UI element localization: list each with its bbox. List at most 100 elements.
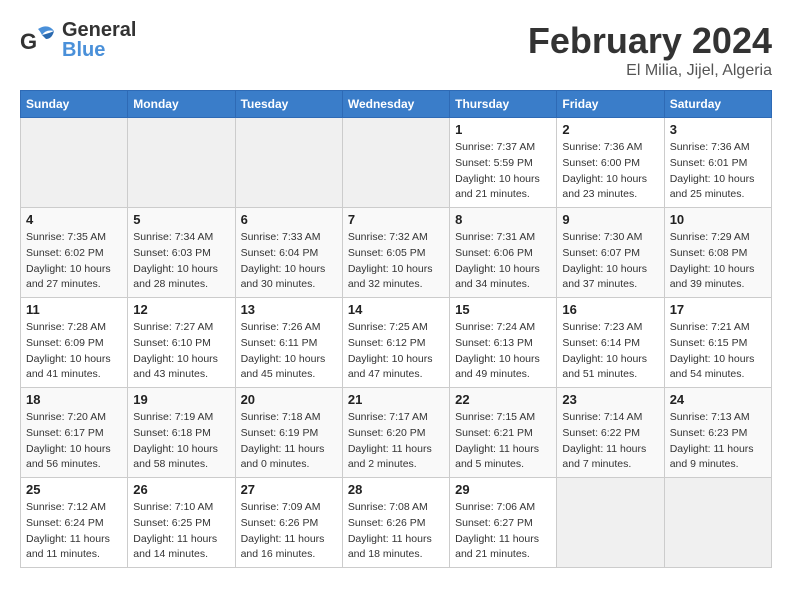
day-info-line: and 27 minutes. bbox=[26, 277, 122, 293]
day-info-line: Daylight: 11 hours bbox=[241, 532, 337, 548]
day-info-line: and 2 minutes. bbox=[348, 457, 444, 473]
day-info-line: Sunrise: 7:20 AM bbox=[26, 410, 122, 426]
day-info-line: and 28 minutes. bbox=[133, 277, 229, 293]
day-info-line: Sunrise: 7:27 AM bbox=[133, 320, 229, 336]
day-info-line: Daylight: 11 hours bbox=[455, 442, 551, 458]
calendar-cell: 13Sunrise: 7:26 AMSunset: 6:11 PMDayligh… bbox=[235, 298, 342, 388]
calendar-cell: 11Sunrise: 7:28 AMSunset: 6:09 PMDayligh… bbox=[21, 298, 128, 388]
day-number: 11 bbox=[26, 302, 122, 317]
day-info-line: Sunrise: 7:13 AM bbox=[670, 410, 766, 426]
day-number: 8 bbox=[455, 212, 551, 227]
calendar-cell: 1Sunrise: 7:37 AMSunset: 5:59 PMDaylight… bbox=[450, 118, 557, 208]
day-info-line: Sunset: 6:04 PM bbox=[241, 246, 337, 262]
calendar-cell: 4Sunrise: 7:35 AMSunset: 6:02 PMDaylight… bbox=[21, 208, 128, 298]
day-info-line: and 41 minutes. bbox=[26, 367, 122, 383]
day-info-line: Sunset: 6:11 PM bbox=[241, 336, 337, 352]
day-number: 25 bbox=[26, 482, 122, 497]
day-info-line: Sunrise: 7:36 AM bbox=[562, 140, 658, 156]
day-info-line: Daylight: 10 hours bbox=[562, 262, 658, 278]
day-info-line: Daylight: 11 hours bbox=[26, 532, 122, 548]
calendar-cell: 5Sunrise: 7:34 AMSunset: 6:03 PMDaylight… bbox=[128, 208, 235, 298]
day-info-line: and 32 minutes. bbox=[348, 277, 444, 293]
logo-icon: G bbox=[20, 21, 58, 59]
day-info-line: Daylight: 11 hours bbox=[348, 532, 444, 548]
day-info-line: Sunrise: 7:25 AM bbox=[348, 320, 444, 336]
day-info-line: Sunset: 6:17 PM bbox=[26, 426, 122, 442]
logo-line2: Blue bbox=[62, 40, 136, 60]
day-number: 21 bbox=[348, 392, 444, 407]
calendar-cell: 21Sunrise: 7:17 AMSunset: 6:20 PMDayligh… bbox=[342, 388, 449, 478]
day-info-line: Sunrise: 7:28 AM bbox=[26, 320, 122, 336]
calendar-cell: 28Sunrise: 7:08 AMSunset: 6:26 PMDayligh… bbox=[342, 478, 449, 568]
calendar-cell: 2Sunrise: 7:36 AMSunset: 6:00 PMDaylight… bbox=[557, 118, 664, 208]
day-info-line: Sunset: 6:21 PM bbox=[455, 426, 551, 442]
day-info-line: Sunrise: 7:17 AM bbox=[348, 410, 444, 426]
calendar-cell: 24Sunrise: 7:13 AMSunset: 6:23 PMDayligh… bbox=[664, 388, 771, 478]
calendar-cell: 9Sunrise: 7:30 AMSunset: 6:07 PMDaylight… bbox=[557, 208, 664, 298]
calendar-cell: 10Sunrise: 7:29 AMSunset: 6:08 PMDayligh… bbox=[664, 208, 771, 298]
day-info-line: Sunrise: 7:14 AM bbox=[562, 410, 658, 426]
day-info-line: and 51 minutes. bbox=[562, 367, 658, 383]
day-number: 12 bbox=[133, 302, 229, 317]
calendar-cell: 3Sunrise: 7:36 AMSunset: 6:01 PMDaylight… bbox=[664, 118, 771, 208]
svg-text:G: G bbox=[20, 29, 37, 54]
day-number: 4 bbox=[26, 212, 122, 227]
day-info-line: Sunset: 6:22 PM bbox=[562, 426, 658, 442]
day-info-line: Sunset: 6:20 PM bbox=[348, 426, 444, 442]
day-number: 24 bbox=[670, 392, 766, 407]
day-info-line: Sunset: 6:02 PM bbox=[26, 246, 122, 262]
calendar-cell: 6Sunrise: 7:33 AMSunset: 6:04 PMDaylight… bbox=[235, 208, 342, 298]
day-number: 5 bbox=[133, 212, 229, 227]
day-info-line: and 14 minutes. bbox=[133, 547, 229, 563]
day-info-line: and 25 minutes. bbox=[670, 187, 766, 203]
calendar-table: SundayMondayTuesdayWednesdayThursdayFrid… bbox=[20, 90, 772, 568]
day-info-line: Sunrise: 7:29 AM bbox=[670, 230, 766, 246]
day-number: 20 bbox=[241, 392, 337, 407]
day-info-line: and 47 minutes. bbox=[348, 367, 444, 383]
weekday-header-thursday: Thursday bbox=[450, 91, 557, 118]
calendar-cell bbox=[557, 478, 664, 568]
weekday-header-wednesday: Wednesday bbox=[342, 91, 449, 118]
day-info-line: Sunrise: 7:06 AM bbox=[455, 500, 551, 516]
day-info-line: and 54 minutes. bbox=[670, 367, 766, 383]
day-info-line: Sunrise: 7:18 AM bbox=[241, 410, 337, 426]
calendar-cell: 22Sunrise: 7:15 AMSunset: 6:21 PMDayligh… bbox=[450, 388, 557, 478]
calendar-cell bbox=[21, 118, 128, 208]
day-number: 16 bbox=[562, 302, 658, 317]
day-info-line: Sunrise: 7:19 AM bbox=[133, 410, 229, 426]
day-info-line: Sunset: 6:06 PM bbox=[455, 246, 551, 262]
day-info-line: Sunrise: 7:34 AM bbox=[133, 230, 229, 246]
day-info-line: Daylight: 10 hours bbox=[241, 352, 337, 368]
calendar-week-5: 25Sunrise: 7:12 AMSunset: 6:24 PMDayligh… bbox=[21, 478, 772, 568]
day-info-line: Daylight: 10 hours bbox=[670, 172, 766, 188]
day-info-line: Sunrise: 7:30 AM bbox=[562, 230, 658, 246]
day-info-line: Sunset: 6:07 PM bbox=[562, 246, 658, 262]
day-number: 10 bbox=[670, 212, 766, 227]
day-info-line: and 39 minutes. bbox=[670, 277, 766, 293]
calendar-title: February 2024 bbox=[528, 20, 772, 62]
day-number: 2 bbox=[562, 122, 658, 137]
day-number: 28 bbox=[348, 482, 444, 497]
day-info-line: and 5 minutes. bbox=[455, 457, 551, 473]
day-info-line: Daylight: 10 hours bbox=[133, 352, 229, 368]
day-info-line: Sunset: 6:27 PM bbox=[455, 516, 551, 532]
calendar-week-1: 1Sunrise: 7:37 AMSunset: 5:59 PMDaylight… bbox=[21, 118, 772, 208]
day-number: 14 bbox=[348, 302, 444, 317]
day-info-line: and 56 minutes. bbox=[26, 457, 122, 473]
day-info-line: Sunrise: 7:12 AM bbox=[26, 500, 122, 516]
day-info-line: Sunrise: 7:21 AM bbox=[670, 320, 766, 336]
calendar-body: 1Sunrise: 7:37 AMSunset: 5:59 PMDaylight… bbox=[21, 118, 772, 568]
day-number: 3 bbox=[670, 122, 766, 137]
logo: G General Blue bbox=[20, 20, 136, 60]
day-number: 29 bbox=[455, 482, 551, 497]
day-info-line: and 9 minutes. bbox=[670, 457, 766, 473]
day-info-line: Daylight: 11 hours bbox=[670, 442, 766, 458]
weekday-header-saturday: Saturday bbox=[664, 91, 771, 118]
day-info-line: Daylight: 10 hours bbox=[26, 442, 122, 458]
day-info-line: Daylight: 10 hours bbox=[133, 442, 229, 458]
logo-line1: General bbox=[62, 20, 136, 40]
day-info-line: Sunrise: 7:15 AM bbox=[455, 410, 551, 426]
day-info-line: and 49 minutes. bbox=[455, 367, 551, 383]
day-info-line: Daylight: 11 hours bbox=[562, 442, 658, 458]
day-number: 26 bbox=[133, 482, 229, 497]
